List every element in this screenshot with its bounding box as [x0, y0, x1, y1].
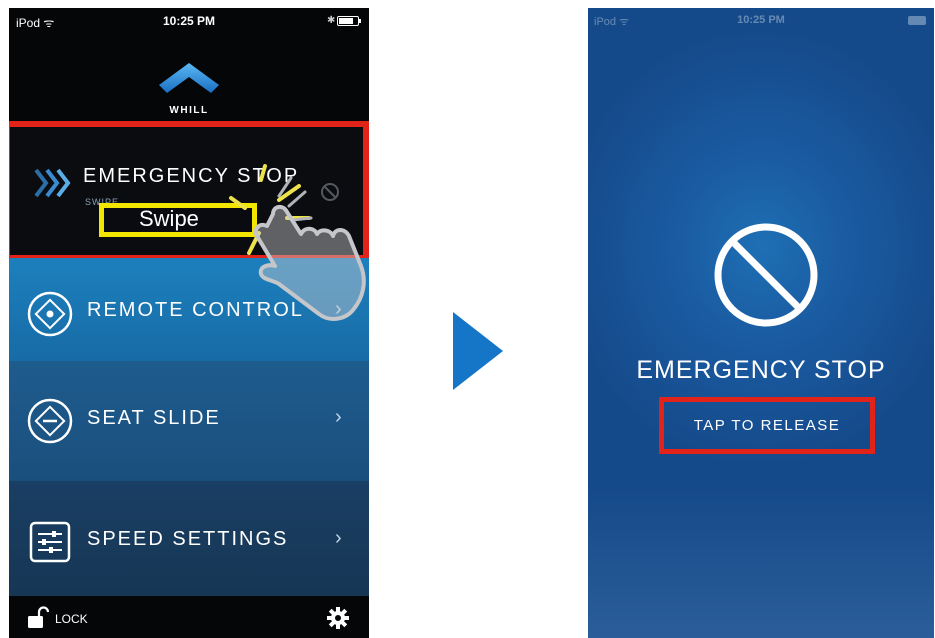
- right-phone-screen: iPod ᯤ 10:25 PM EMERGENCY STOP TAP TO RE…: [588, 8, 934, 638]
- tap-to-release-button[interactable]: TAP TO RELEASE: [659, 397, 875, 454]
- seat-slide-label: SEAT SLIDE: [87, 407, 221, 429]
- whill-logo-icon: [159, 63, 219, 93]
- status-bar: iPod ᯤ 10:25 PM ✱: [9, 8, 369, 36]
- menu-item-speed-settings[interactable]: SPEED SETTINGS ›: [9, 481, 369, 596]
- app-logo: WHILL: [9, 63, 369, 123]
- bottom-toolbar: LOCK: [9, 596, 369, 638]
- gear-icon[interactable]: [327, 607, 349, 629]
- battery-icon: [337, 16, 361, 26]
- menu-item-seat-slide[interactable]: SEAT SLIDE ›: [9, 361, 369, 481]
- menu-item-remote-control[interactable]: REMOTE CONTROL ›: [9, 258, 369, 373]
- emergency-stop-title: EMERGENCY STOP: [636, 356, 886, 384]
- left-phone-screen: iPod ᯤ 10:25 PM ✱ WHILL EMERGENCY STOP S…: [9, 8, 369, 638]
- logo-text: WHILL: [169, 105, 209, 116]
- unlock-icon[interactable]: [27, 606, 49, 630]
- lock-label[interactable]: LOCK: [55, 612, 88, 626]
- stop-icon: [714, 223, 818, 327]
- speed-settings-icon: [29, 521, 71, 563]
- emergency-stop-slider[interactable]: EMERGENCY STOP SWIPE Swipe: [9, 121, 369, 261]
- chevron-right-icon: ›: [335, 527, 342, 549]
- status-time: 10:25 PM: [162, 14, 216, 28]
- chevron-right-icon: ›: [335, 406, 342, 428]
- status-bar: iPod ᯤ 10:25 PM: [588, 8, 934, 34]
- tap-to-release-label: TAP TO RELEASE: [693, 417, 841, 434]
- remote-control-icon: [27, 291, 73, 337]
- battery-icon: [908, 16, 926, 25]
- play-arrow-icon: [453, 312, 503, 390]
- battery-indicator: ✱: [325, 15, 361, 28]
- remote-control-label: REMOTE CONTROL: [87, 299, 304, 321]
- bluetooth-icon: ✱: [327, 15, 336, 26]
- swipe-hint-text: Swipe: [139, 206, 199, 231]
- speed-settings-label: SPEED SETTINGS: [87, 528, 289, 550]
- emergency-stop-highlight: [9, 121, 369, 261]
- status-time: 10:25 PM: [737, 14, 785, 26]
- chevron-right-icon: ›: [335, 298, 342, 320]
- seat-slide-icon: [27, 398, 73, 444]
